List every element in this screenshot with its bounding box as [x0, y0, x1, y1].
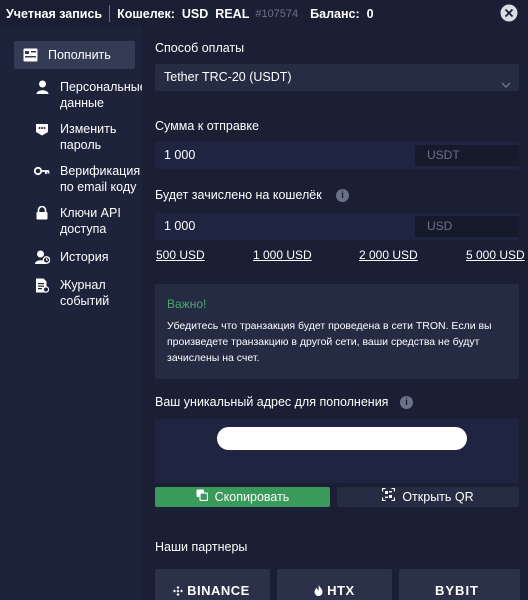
send-amount-field[interactable]: 1 000 USDT [155, 142, 519, 169]
sidebar-item-deposit[interactable]: Пополнить [14, 41, 135, 69]
notice-text: Убедитесь что транзакция будет проведена… [167, 320, 492, 364]
quick-amount-5000[interactable]: 5 000 USD [466, 248, 525, 262]
copy-address-button[interactable]: Скопировать [155, 487, 330, 507]
lock-icon [34, 205, 50, 221]
payment-method-label: Способ оплаты [155, 41, 245, 55]
sidebar-item-event-log[interactable]: Журнал событий [14, 277, 135, 309]
sidebar-item-change-password[interactable]: Изменить пароль [14, 121, 135, 153]
deposit-address-label: Ваш уникальный адрес для пополнения [155, 395, 389, 409]
sidebar-item-api-keys[interactable]: Ключи API доступа [14, 205, 135, 237]
sidebar: Пополнить Персональные данные Изменить п… [0, 27, 147, 600]
account-label[interactable]: Учетная запись [6, 7, 102, 21]
sidebar-item-history[interactable]: История [14, 249, 135, 265]
qr-icon [382, 487, 396, 507]
sidebar-item-label: Ключи API доступа [60, 206, 121, 236]
user-icon [34, 79, 50, 95]
quick-amount-2000[interactable]: 2 000 USD [359, 248, 418, 262]
partner-name: HTX [327, 583, 355, 598]
top-bar: Учетная запись Кошелек: USD REAL #107574… [0, 0, 528, 27]
account-number: #107574 [255, 7, 299, 20]
partners-label: Наши партнеры [155, 540, 248, 554]
qr-button-label: Открыть QR [402, 490, 474, 504]
close-icon[interactable] [500, 4, 518, 22]
sidebar-item-label: Пополнить [48, 48, 111, 62]
sidebar-item-label: Журнал событий [60, 278, 110, 308]
info-icon[interactable]: i [400, 396, 413, 409]
partner-bybit[interactable]: BYBIT [399, 569, 520, 600]
sidebar-item-label: Персональные данные [60, 80, 147, 110]
chevron-down-icon [501, 72, 511, 99]
send-amount-label: Сумма к отправке [155, 119, 259, 133]
divider [109, 5, 111, 22]
quick-amount-1000[interactable]: 1 000 USD [253, 248, 312, 262]
deposit-address-value[interactable] [217, 427, 467, 450]
log-icon [34, 277, 50, 293]
sidebar-item-email-verification[interactable]: Верификация по email коду [14, 163, 140, 195]
notice-title: Важно! [167, 297, 207, 311]
partner-binance[interactable]: BINANCE [155, 569, 270, 600]
deposit-panel: Способ оплаты Tether TRC-20 (USDT) Сумма… [142, 27, 528, 600]
wallet-label: Кошелек: [117, 6, 175, 21]
history-icon [34, 249, 50, 265]
partner-htx[interactable]: HTX [277, 569, 392, 600]
send-amount-value: 1 000 [164, 148, 196, 162]
sidebar-item-label: Верификация по email коду [60, 164, 141, 194]
password-icon [34, 121, 50, 137]
balance-label: Баланс: [310, 6, 360, 21]
sidebar-item-label: Изменить пароль [60, 122, 117, 152]
wallet-currency[interactable]: USD [182, 7, 208, 21]
copy-icon [196, 487, 208, 507]
credit-amount-value: 1 000 [164, 219, 196, 233]
partner-name: BINANCE [187, 583, 250, 598]
copy-button-label: Скопировать [214, 490, 290, 504]
sidebar-item-label: История [60, 250, 109, 264]
credit-amount-field[interactable]: 1 000 USD [155, 213, 519, 240]
credit-amount-label: Будет зачислено на кошелёк [155, 188, 322, 202]
send-currency: USDT [415, 145, 519, 166]
payment-method-select[interactable]: Tether TRC-20 (USDT) [155, 64, 519, 91]
partner-name: BYBIT [435, 583, 479, 598]
quick-amount-500[interactable]: 500 USD [156, 248, 205, 262]
deposit-address-box [155, 419, 519, 483]
payment-method-value: Tether TRC-20 (USDT) [164, 70, 292, 84]
sidebar-item-personal-data[interactable]: Персональные данные [14, 79, 147, 111]
key-icon [34, 163, 50, 179]
deposit-icon [22, 47, 38, 63]
important-notice: Важно! Убедитесь что транзакция будет пр… [155, 284, 519, 379]
open-qr-button[interactable]: Открыть QR [337, 487, 519, 507]
htx-logo: HTX [314, 583, 355, 598]
balance-value: 0 [366, 6, 374, 21]
credit-currency: USD [415, 216, 519, 237]
wallet-type[interactable]: REAL [215, 7, 249, 21]
info-icon[interactable]: i [336, 189, 349, 202]
binance-logo: BINANCE [173, 583, 250, 598]
